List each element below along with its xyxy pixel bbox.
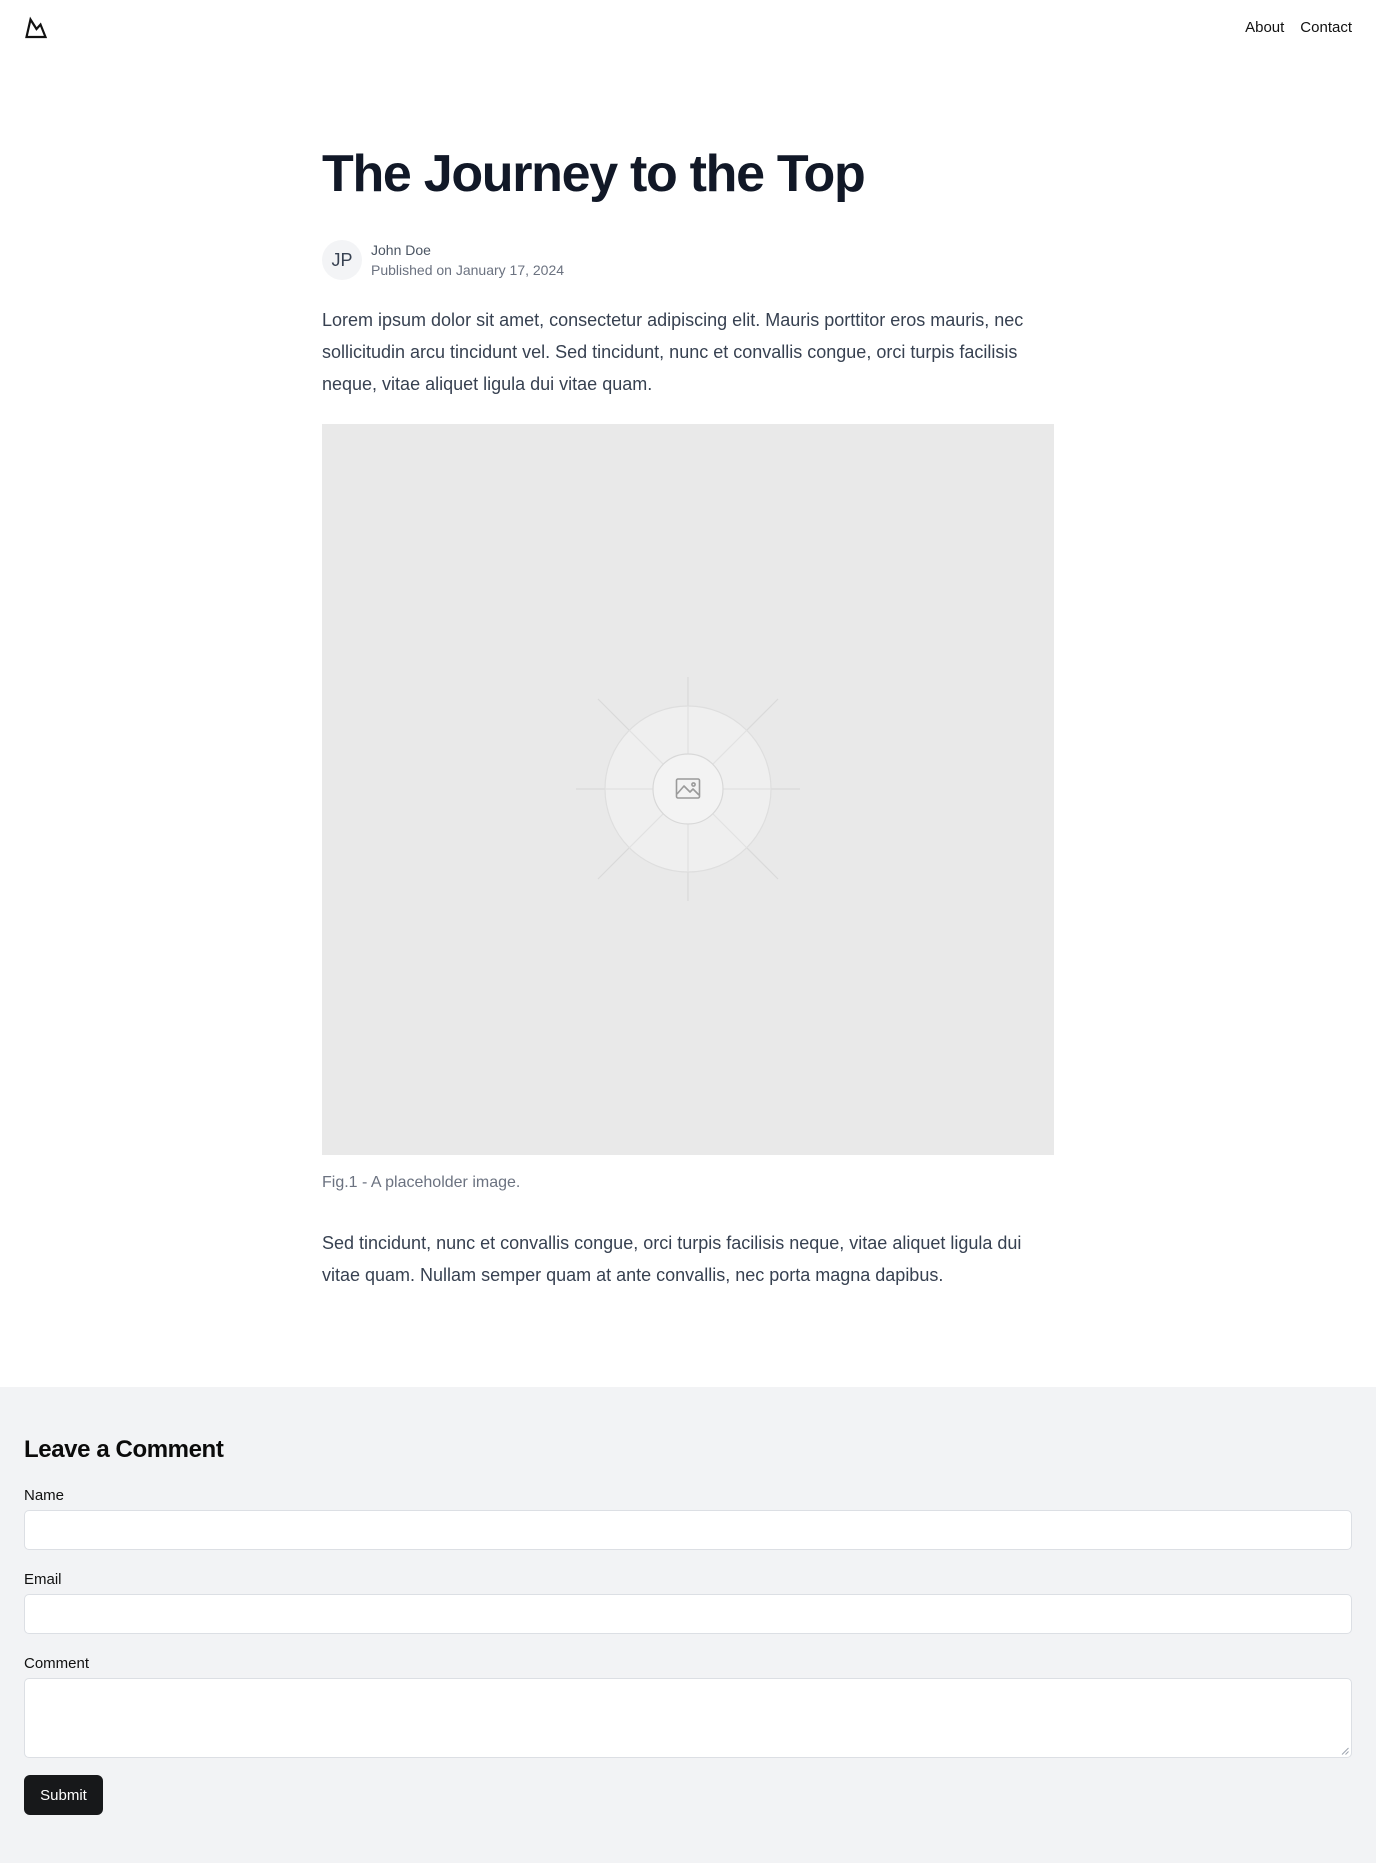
comment-heading: Leave a Comment (24, 1436, 224, 1463)
article-title: The Journey to the Top (322, 145, 866, 203)
email-label: Email (24, 1571, 62, 1588)
resize-grip-icon[interactable] (1341, 1747, 1349, 1755)
author-info: John Doe Published on January 17, 2024 (371, 240, 564, 280)
article-figure-image (322, 424, 1054, 1155)
author-avatar: JP (322, 240, 362, 280)
mountain-logo-icon[interactable] (24, 16, 48, 40)
article-paragraph-2: Sed tincidunt, nunc et convallis congue,… (322, 1233, 1022, 1285)
top-navigation: About Contact (0, 0, 1376, 56)
image-placeholder-icon (576, 677, 800, 901)
name-input[interactable] (24, 1510, 1352, 1550)
comment-section: Leave a Comment Name Email Comment Submi… (0, 1387, 1376, 1863)
comment-textarea[interactable] (24, 1678, 1352, 1758)
comment-label: Comment (24, 1655, 90, 1672)
nav-links: About Contact (1245, 19, 1352, 37)
nav-link-about[interactable]: About (1245, 19, 1284, 37)
publish-date: Published on January 17, 2024 (371, 262, 565, 278)
nav-link-contact[interactable]: Contact (1300, 19, 1352, 37)
article-meta: JP John Doe Published on January 17, 202… (322, 240, 564, 280)
name-label: Name (24, 1487, 65, 1504)
article-paragraph-1: Lorem ipsum dolor sit amet, consectetur … (322, 310, 1024, 394)
figure-caption: Fig.1 - A placeholder image. (322, 1174, 521, 1191)
author-name: John Doe (371, 242, 431, 258)
email-input[interactable] (24, 1594, 1352, 1634)
submit-button[interactable]: Submit (24, 1775, 103, 1815)
article: The Journey to the Top JP John Doe Publi… (322, 140, 1054, 1285)
